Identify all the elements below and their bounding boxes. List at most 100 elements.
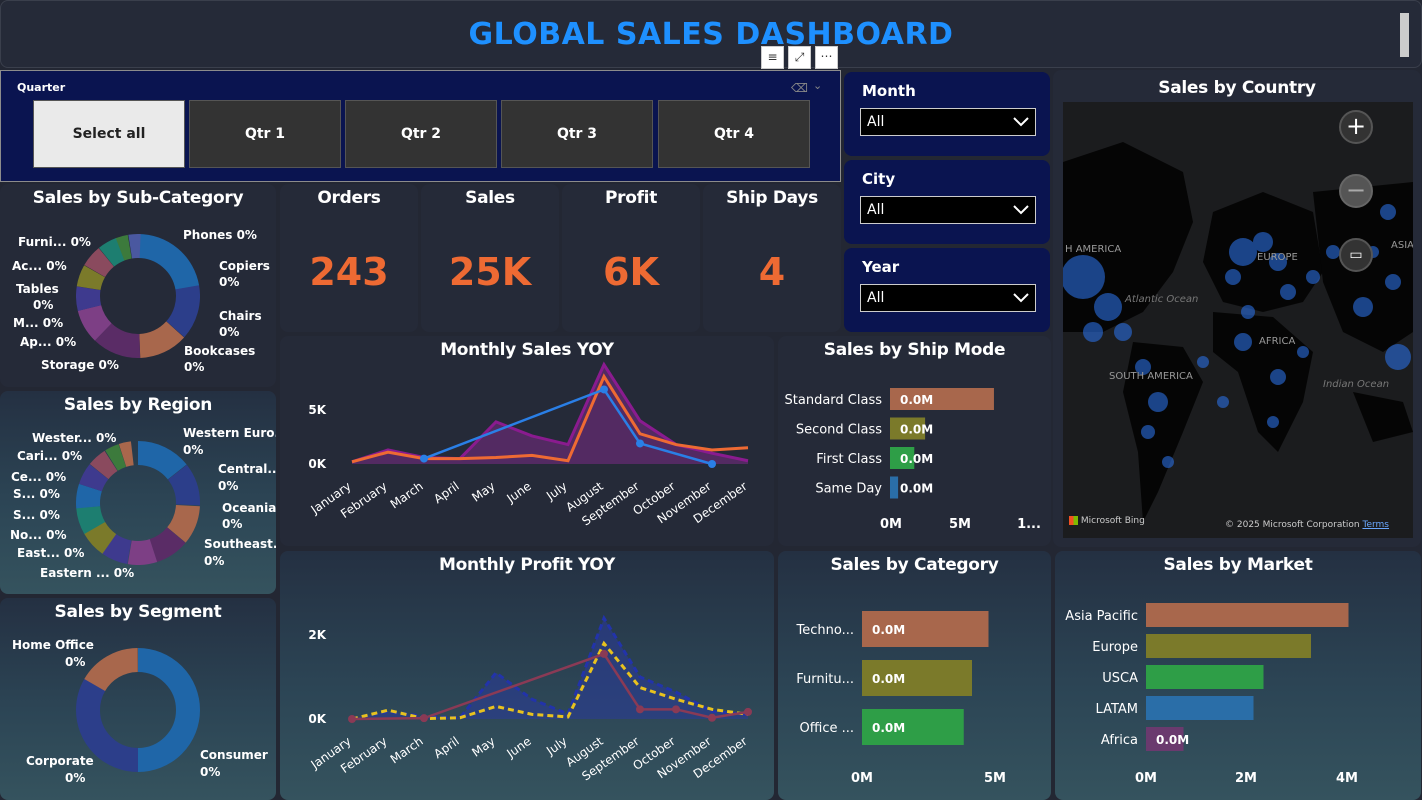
- y-tick-label: 0K: [308, 712, 326, 726]
- category-chart[interactable]: Techno... 0.0M Furnitu... 0.0M Office ... 0.0…: [778, 551, 1051, 800]
- bar-category-label: LATAM: [1096, 702, 1138, 717]
- sales-by-subcategory-panel: Sales by Sub-Category Phones 0% Copiers …: [0, 184, 276, 387]
- region-label-western-europe-pct: 0%: [183, 443, 204, 457]
- slicer-option-qtr2[interactable]: Qtr 2: [345, 100, 497, 168]
- chevron-down-icon: [1013, 205, 1029, 215]
- kpi-sales-label: Sales: [465, 188, 515, 208]
- region-label-caribbean: Cari... 0%: [17, 449, 83, 463]
- segment-donut[interactable]: [76, 648, 200, 772]
- dashboard-title: GLOBAL SALES DASHBOARD: [468, 17, 954, 52]
- x-tick-label: 0M: [880, 517, 902, 532]
- year-dropdown-value: All: [867, 290, 885, 306]
- slicer-option-qtr4[interactable]: Qtr 4: [658, 100, 810, 168]
- year-dropdown[interactable]: All: [860, 284, 1036, 312]
- bar-category-label: Asia Pacific: [1065, 609, 1138, 624]
- segment-label-home-office: Home Office: [12, 638, 94, 652]
- x-tick-label: May: [469, 734, 497, 760]
- scrollbar-thumb[interactable]: [1400, 13, 1409, 57]
- sales-by-segment-panel: Sales by Segment Home Office 0% Corporat…: [0, 598, 276, 800]
- terms-link[interactable]: Terms: [1362, 520, 1389, 530]
- filter-icon[interactable]: ≡: [761, 46, 784, 69]
- market-panel: Sales by Market Asia Pacific Europe USCA LA…: [1055, 551, 1421, 800]
- world-map[interactable]: H AMERICA EUROPE ASIA Atlantic Ocean AFR…: [1063, 102, 1413, 538]
- bar-category-label: Europe: [1092, 640, 1138, 655]
- ship-mode-panel: Sales by Ship Mode Standard Class 0.0M Sec…: [778, 336, 1051, 546]
- x-tick-label: June: [503, 734, 533, 761]
- map-label-north-america: H AMERICA: [1065, 244, 1121, 255]
- map-label-indian-ocean: Indian Ocean: [1323, 379, 1389, 390]
- select-region-icon[interactable]: ▭: [1339, 238, 1373, 272]
- slicer-option-select-all[interactable]: Select all: [33, 100, 185, 168]
- subcat-label-accessories: Ac... 0%: [12, 259, 67, 273]
- chevron-down-icon[interactable]: ⌄: [813, 79, 822, 92]
- slicer-option-qtr1[interactable]: Qtr 1: [189, 100, 341, 168]
- region-label-oceania-pct: 0%: [222, 517, 243, 531]
- chevron-down-icon: [1013, 293, 1029, 303]
- year-filter-panel: Year All: [844, 248, 1050, 332]
- bar: [1146, 634, 1311, 658]
- bar-category-label: Standard Class: [785, 393, 883, 408]
- segment-label-home-office-pct: 0%: [65, 655, 86, 669]
- kpi-orders: Orders 243: [280, 184, 418, 332]
- zoom-in-icon[interactable]: +: [1339, 110, 1373, 144]
- bar-category-label: Furnitu...: [796, 672, 854, 687]
- month-dropdown[interactable]: All: [860, 108, 1036, 136]
- x-tick-label: 5M: [949, 517, 971, 532]
- bing-logo: Microsoft Bing: [1069, 516, 1145, 526]
- monthly-profit-chart[interactable]: 2K0KJanuaryFebruaryMarch April May June July…: [280, 551, 774, 800]
- segment-label-corporate: Corporate: [26, 754, 94, 768]
- visual-toolbar: ≡ ⤢ ⋯: [761, 46, 841, 70]
- y-tick-label: 0K: [308, 457, 326, 471]
- kpi-ship-days: Ship Days 4: [703, 184, 841, 332]
- kpi-sales-value: 25K: [448, 250, 532, 294]
- city-dropdown-value: All: [867, 202, 885, 218]
- bar-category-label: Second Class: [796, 423, 882, 438]
- map-label-asia: ASIA: [1391, 240, 1413, 251]
- bar-category-label: Same Day: [815, 482, 882, 497]
- kpi-orders-value: 243: [309, 250, 389, 294]
- focus-mode-icon[interactable]: ⤢: [788, 46, 811, 69]
- bar-category-label: Techno...: [796, 623, 854, 638]
- subcategory-donut[interactable]: [76, 234, 200, 358]
- bing-attribution: Microsoft Bing: [1080, 516, 1145, 526]
- subcat-label-furniture: Furni... 0%: [18, 235, 91, 249]
- subcat-label-chairs: Chairs: [219, 309, 262, 323]
- map-copyright: © 2025 Microsoft Corporation Terms: [1225, 520, 1389, 530]
- region-label-southeast-pct: 0%: [204, 554, 225, 568]
- slicer-option-qtr3[interactable]: Qtr 3: [501, 100, 653, 168]
- x-tick-label: 1...: [1017, 517, 1041, 532]
- bar-category-label: First Class: [816, 452, 882, 467]
- x-tick-label: July: [543, 734, 570, 758]
- subcat-label-copiers: Copiers: [219, 259, 270, 273]
- region-label-east: East... 0%: [17, 546, 85, 560]
- subcat-label-tables-pct: 0%: [33, 298, 54, 312]
- zoom-out-icon[interactable]: −: [1339, 174, 1373, 208]
- x-tick-label: April: [431, 479, 462, 506]
- x-tick-label: June: [503, 479, 533, 506]
- monthly-sales-chart[interactable]: 5K0KJanuaryFebruaryMarch April May June July…: [280, 336, 774, 546]
- more-options-icon[interactable]: ⋯: [815, 46, 838, 69]
- x-tick-label: May: [469, 479, 497, 505]
- ship-mode-chart[interactable]: Standard Class 0.0M Second Class 0.0M First …: [778, 336, 1051, 546]
- region-label-western-us: Wester... 0%: [32, 431, 117, 445]
- bar-category-label: Office ...: [800, 721, 854, 736]
- bar: [1146, 603, 1349, 627]
- subcat-label-machines: M... 0%: [13, 316, 64, 330]
- market-chart[interactable]: Asia Pacific Europe USCA LATAM Africa 0.0M 0M 2…: [1055, 551, 1421, 800]
- kpi-ship-days-value: 4: [758, 250, 786, 294]
- monthly-profit-panel: Monthly Profit YOY 2K 0K January February Ma…: [280, 551, 774, 800]
- map-label-africa: AFRICA: [1259, 336, 1295, 347]
- region-label-eastern: Eastern ... 0%: [40, 566, 135, 580]
- eraser-icon[interactable]: ⌫: [791, 81, 808, 95]
- bar-data-label: 0.0M: [1156, 733, 1189, 747]
- subcat-label-copiers-pct: 0%: [219, 275, 240, 289]
- year-filter-label: Year: [862, 258, 900, 276]
- subcat-label-chairs-pct: 0%: [219, 325, 240, 339]
- region-label-central-asia: Ce... 0%: [11, 470, 67, 484]
- bar: [890, 476, 899, 499]
- map-title: Sales by Country: [1158, 78, 1316, 98]
- sales-by-region-panel: Sales by Region Wester... 0% Cari... 0% …: [0, 391, 276, 594]
- map-label-atlantic: Atlantic Ocean: [1124, 294, 1198, 305]
- city-dropdown[interactable]: All: [860, 196, 1036, 224]
- region-donut[interactable]: [76, 441, 200, 565]
